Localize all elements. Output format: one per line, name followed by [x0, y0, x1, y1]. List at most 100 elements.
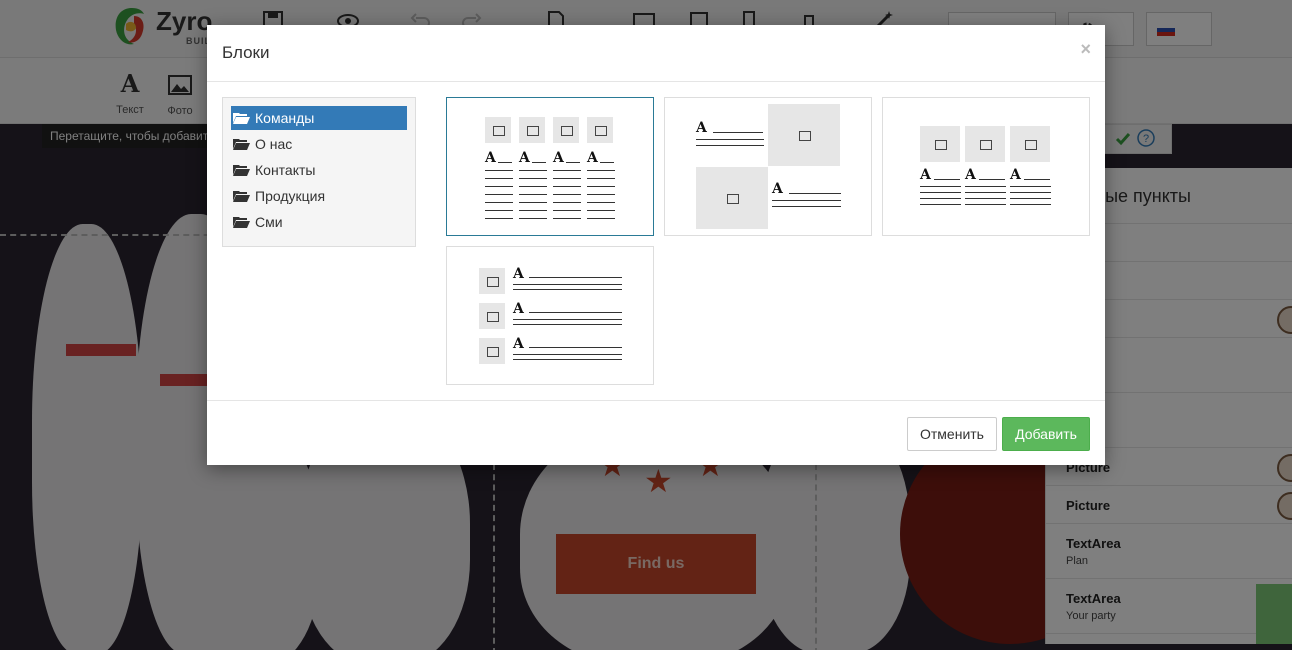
text-line [587, 170, 615, 171]
text-line [789, 193, 841, 194]
text-line [485, 170, 513, 171]
image-placeholder-icon [1010, 126, 1050, 162]
text-line [965, 204, 1006, 205]
category-item-about[interactable]: О нас [231, 132, 407, 156]
text-line [920, 186, 961, 187]
category-item-media[interactable]: Сми [231, 210, 407, 234]
text-line [485, 178, 513, 179]
text-line [920, 204, 961, 205]
text-line [553, 178, 581, 179]
text-line [513, 354, 622, 355]
text-line [519, 218, 547, 219]
image-placeholder-icon [920, 126, 960, 162]
text-line [485, 194, 513, 195]
text-line [519, 202, 547, 203]
text-line [513, 289, 622, 290]
text-placeholder-icon: A [513, 301, 524, 317]
folder-open-icon [233, 217, 250, 228]
image-placeholder-icon [479, 338, 505, 364]
image-placeholder-icon [485, 117, 511, 143]
block-template-three-columns[interactable]: AAA [882, 97, 1090, 236]
cancel-button[interactable]: Отменить [907, 417, 997, 451]
category-item-teams[interactable]: Команды [231, 106, 407, 130]
text-line [965, 198, 1006, 199]
text-line [979, 179, 1005, 180]
text-line [587, 202, 615, 203]
text-placeholder-icon: A [965, 167, 976, 183]
text-line [1024, 179, 1050, 180]
close-icon[interactable]: × [1080, 39, 1091, 60]
text-line [696, 139, 764, 140]
category-label: Продукция [255, 188, 326, 204]
text-line [485, 202, 513, 203]
text-placeholder-icon: A [513, 266, 524, 282]
text-line [498, 162, 512, 163]
folder-open-icon [233, 191, 250, 202]
text-placeholder-icon: A [1010, 167, 1021, 183]
blocks-dialog: Блоки × Команды О нас Контакты Продукция… [207, 25, 1105, 465]
text-placeholder-icon: A [519, 150, 530, 166]
block-template-alternating[interactable]: AA [664, 97, 872, 236]
text-placeholder-icon: A [513, 336, 524, 352]
category-item-contacts[interactable]: Контакты [231, 158, 407, 182]
text-line [920, 198, 961, 199]
text-line [529, 347, 622, 348]
image-placeholder-icon [587, 117, 613, 143]
text-line [519, 194, 547, 195]
text-line [553, 210, 581, 211]
folder-open-icon [233, 165, 250, 176]
text-line [553, 170, 581, 171]
category-label: Контакты [255, 162, 316, 178]
image-placeholder-icon [479, 303, 505, 329]
text-line [513, 359, 622, 360]
category-label: Команды [255, 110, 315, 126]
text-line [934, 179, 960, 180]
image-placeholder-icon [519, 117, 545, 143]
text-placeholder-icon: A [696, 120, 707, 136]
text-line [485, 186, 513, 187]
dialog-title: Блоки [222, 43, 270, 62]
image-placeholder-icon [553, 117, 579, 143]
text-line [587, 210, 615, 211]
category-label: Сми [255, 214, 283, 230]
text-placeholder-icon: A [920, 167, 931, 183]
category-item-products[interactable]: Продукция [231, 184, 407, 208]
text-line [965, 186, 1006, 187]
add-button[interactable]: Добавить [1002, 417, 1090, 451]
image-placeholder-icon [965, 126, 1005, 162]
text-line [713, 132, 763, 133]
text-line [965, 192, 1006, 193]
text-line [587, 218, 615, 219]
dialog-footer: Отменить Добавить [207, 400, 1105, 465]
text-line [587, 186, 615, 187]
text-line [1010, 198, 1051, 199]
text-line [519, 210, 547, 211]
text-line [587, 178, 615, 179]
block-category-list: Команды О нас Контакты Продукция Сми [222, 97, 416, 247]
category-label: О нас [255, 136, 293, 152]
text-line [513, 284, 622, 285]
dialog-header: Блоки × [207, 25, 1105, 82]
block-template-four-columns[interactable]: AAAA [446, 97, 654, 236]
text-line [485, 210, 513, 211]
text-line [529, 312, 622, 313]
text-line [529, 277, 622, 278]
text-line [1010, 204, 1051, 205]
block-template-list[interactable]: A A A [446, 246, 654, 385]
text-line [587, 194, 615, 195]
text-placeholder-icon: A [485, 150, 496, 166]
text-line [513, 324, 622, 325]
text-placeholder-icon: A [553, 150, 564, 166]
text-line [519, 186, 547, 187]
text-line [553, 202, 581, 203]
image-placeholder-icon [768, 104, 840, 166]
folder-open-icon [233, 113, 250, 124]
text-line [519, 178, 547, 179]
text-line [696, 145, 764, 146]
text-placeholder-icon: A [587, 150, 598, 166]
folder-open-icon [233, 139, 250, 150]
text-line [553, 194, 581, 195]
text-line [600, 162, 614, 163]
text-line [532, 162, 546, 163]
text-line [1010, 186, 1051, 187]
